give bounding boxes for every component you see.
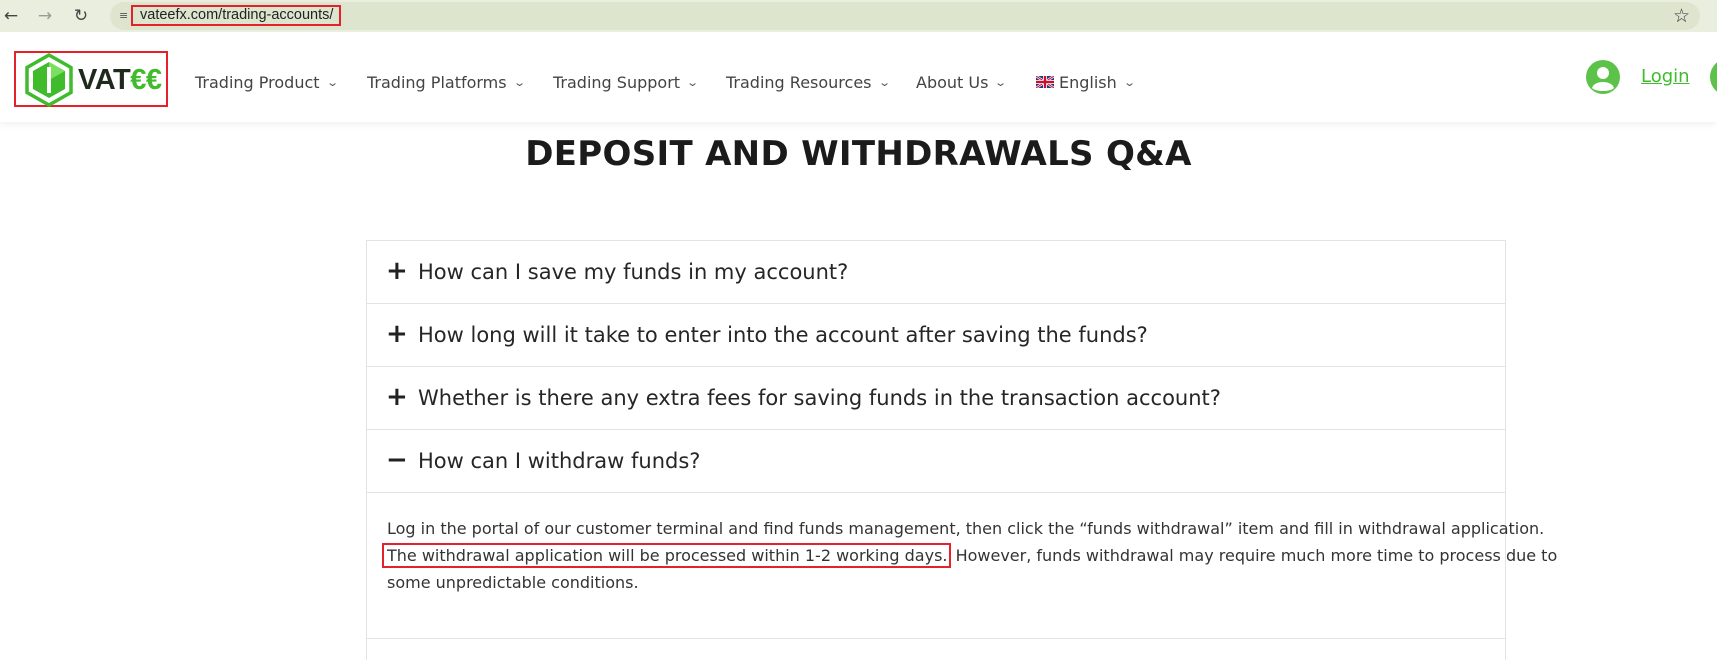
main-navigation: Trading Product ⌄ Trading Platforms ⌄ Tr… bbox=[195, 70, 1146, 94]
site-header: VAT€€ Trading Product ⌄ Trading Platform… bbox=[0, 36, 1717, 122]
faq-item: + Whether is there any extra fees for sa… bbox=[367, 367, 1505, 430]
plus-icon: + bbox=[386, 381, 408, 412]
faq-accordion: + How can I save my funds in my account?… bbox=[366, 240, 1557, 660]
answer-text-line: The withdrawal application will be proce… bbox=[382, 542, 1557, 569]
faq-question-toggle[interactable]: − How can I withdraw funds? bbox=[367, 430, 1505, 492]
faq-question: How can I save my funds in my account? bbox=[418, 260, 849, 284]
nav-about-us[interactable]: About Us ⌄ bbox=[916, 73, 1036, 92]
nav-trading-product[interactable]: Trading Product ⌄ bbox=[195, 73, 367, 92]
answer-text-line: Log in the portal of our customer termin… bbox=[387, 519, 1545, 538]
plus-icon: + bbox=[386, 318, 408, 349]
highlighted-answer-text: The withdrawal application will be proce… bbox=[382, 543, 951, 568]
url-text[interactable]: vateefx.com/trading-accounts/ bbox=[131, 5, 342, 26]
chevron-down-icon: ⌄ bbox=[325, 75, 339, 89]
nav-trading-support[interactable]: Trading Support ⌄ bbox=[553, 73, 726, 92]
nav-label: Trading Platforms bbox=[367, 72, 507, 92]
chevron-down-icon: ⌄ bbox=[512, 75, 526, 89]
nav-label: Trading Product bbox=[195, 72, 320, 92]
plus-icon: + bbox=[386, 255, 408, 286]
logo-wordmark: VAT€€ bbox=[78, 64, 162, 96]
chevron-down-icon: ⌄ bbox=[1122, 75, 1136, 89]
uk-flag-icon bbox=[1036, 76, 1054, 88]
vatee-hexagon-logo-icon bbox=[25, 53, 73, 107]
reload-icon[interactable]: ↻ bbox=[70, 5, 92, 27]
page-title: DEPOSIT AND WITHDRAWALS Q&A bbox=[525, 134, 1192, 174]
forward-icon[interactable]: → bbox=[34, 5, 56, 27]
nav-language-english[interactable]: English ⌄ bbox=[1036, 73, 1146, 92]
faq-question: How long will it take to enter into the … bbox=[418, 323, 1148, 347]
site-logo[interactable]: VAT€€ bbox=[14, 51, 168, 107]
nav-label: English bbox=[1059, 72, 1117, 92]
faq-item: + How can I save my funds in my account? bbox=[367, 241, 1505, 304]
login-link[interactable]: Login bbox=[1641, 66, 1690, 87]
nav-trading-resources[interactable]: Trading Resources ⌄ bbox=[726, 73, 916, 92]
back-icon[interactable]: ← bbox=[0, 5, 22, 27]
bookmark-star-icon[interactable]: ☆ bbox=[1673, 5, 1690, 27]
chevron-down-icon: ⌄ bbox=[686, 75, 700, 89]
nav-label: Trading Support bbox=[553, 72, 681, 92]
faq-question: Whether is there any extra fees for savi… bbox=[418, 386, 1221, 410]
chevron-down-icon: ⌄ bbox=[994, 75, 1008, 89]
minus-icon: − bbox=[386, 444, 408, 475]
nav-label: About Us bbox=[916, 72, 989, 92]
browser-toolbar: ← → ↻ ≡ vateefx.com/trading-accounts/ ☆ bbox=[0, 0, 1717, 32]
register-button[interactable] bbox=[1710, 58, 1717, 96]
user-avatar-icon[interactable] bbox=[1586, 60, 1620, 94]
chevron-down-icon: ⌄ bbox=[877, 75, 891, 89]
faq-question-toggle[interactable]: + Whether is there any extra fees for sa… bbox=[367, 367, 1505, 429]
nav-trading-platforms[interactable]: Trading Platforms ⌄ bbox=[367, 73, 553, 92]
address-bar[interactable]: ≡ vateefx.com/trading-accounts/ ☆ bbox=[110, 2, 1700, 30]
faq-answer: Log in the portal of our customer termin… bbox=[367, 492, 1557, 638]
faq-item-expanded: − How can I withdraw funds? Log in the p… bbox=[367, 430, 1557, 639]
answer-text: However, funds withdrawal may require mu… bbox=[950, 546, 1558, 565]
faq-question: How can I withdraw funds? bbox=[418, 449, 701, 473]
faq-question-toggle[interactable]: + How can I save my funds in my account? bbox=[367, 241, 1505, 303]
nav-label: Trading Resources bbox=[726, 72, 872, 92]
faq-item: + How long will it take to enter into th… bbox=[367, 304, 1505, 367]
faq-question-toggle[interactable]: + How long will it take to enter into th… bbox=[367, 304, 1505, 366]
answer-text-line: some unpredictable conditions. bbox=[387, 573, 639, 592]
